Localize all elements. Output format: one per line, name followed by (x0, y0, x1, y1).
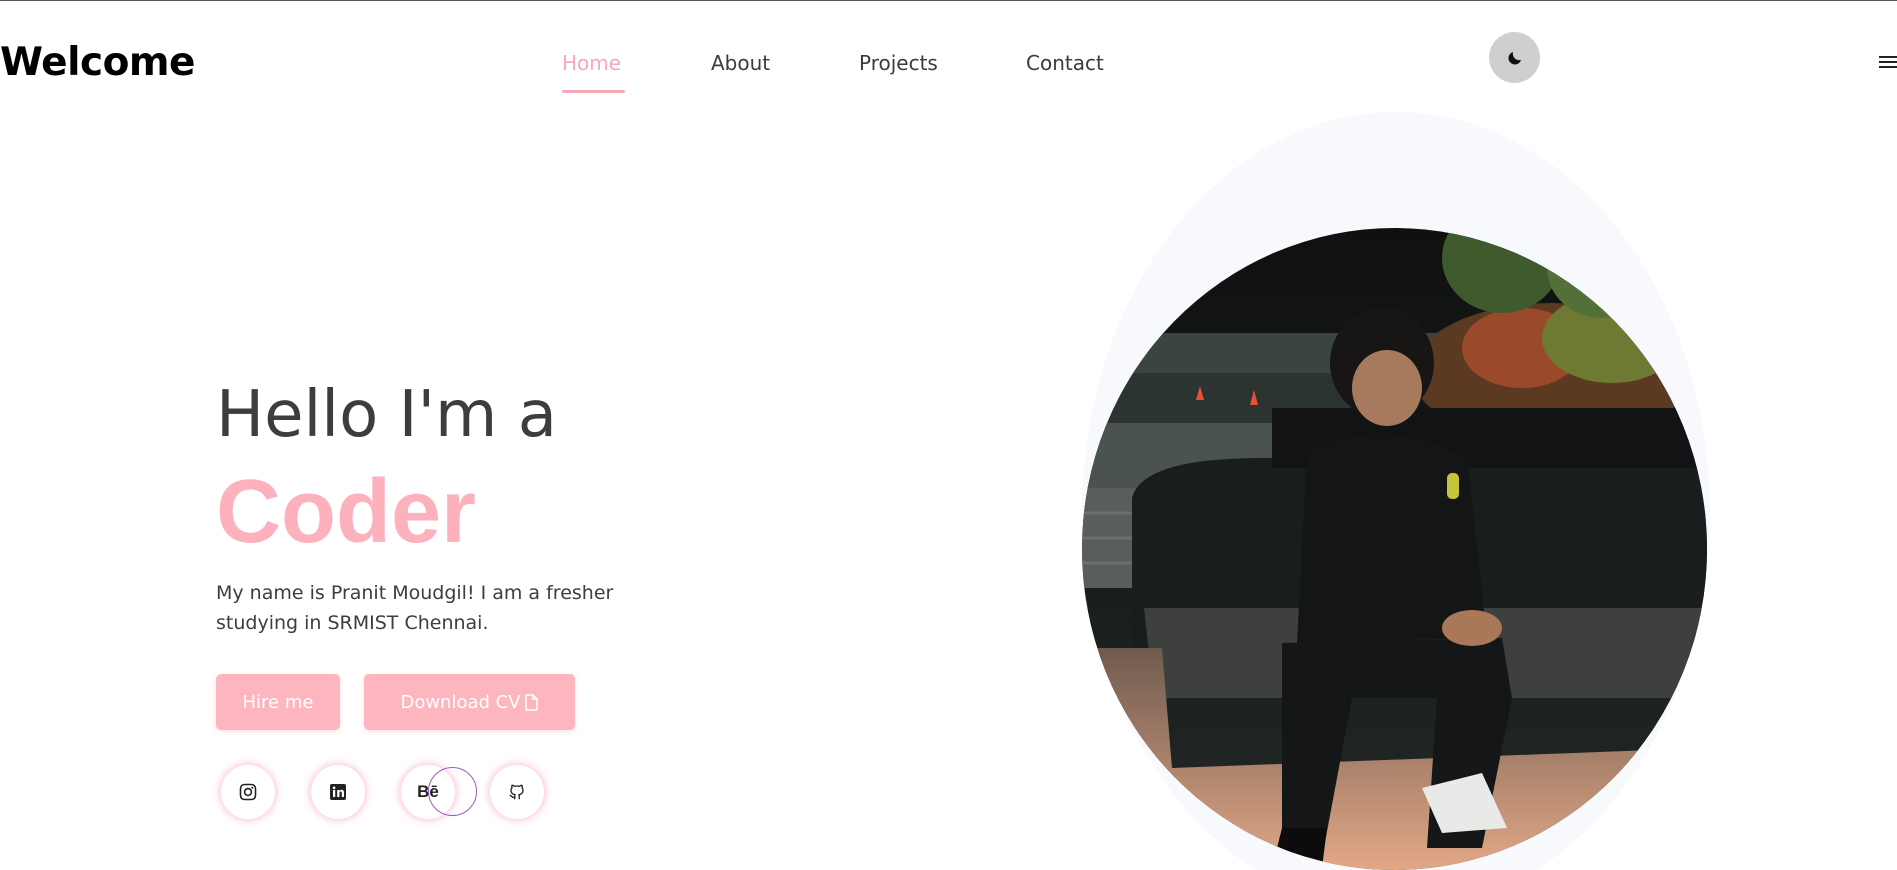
behance-link[interactable]: Bē (401, 765, 455, 819)
behance-icon: Bē (417, 782, 439, 801)
hire-me-label: Hire me (242, 691, 314, 713)
download-cv-button[interactable]: Download CV (364, 674, 575, 730)
document-icon (524, 693, 538, 711)
hero-greeting: Hello I'm a (216, 378, 557, 452)
linkedin-icon (330, 784, 346, 800)
instagram-icon (239, 783, 257, 801)
hamburger-icon[interactable] (1879, 56, 1897, 70)
theme-toggle-button[interactable] (1489, 32, 1540, 83)
profile-photo-illustration (1082, 228, 1707, 870)
github-link[interactable] (490, 765, 544, 819)
download-cv-label: Download CV (400, 691, 521, 713)
nav-about[interactable]: About (711, 50, 770, 76)
nav-projects[interactable]: Projects (859, 50, 938, 76)
main-nav: Home About Projects Contact (0, 50, 1897, 90)
top-border (0, 0, 1897, 1)
hero-intro: My name is Pranit Moudgil! I am a freshe… (216, 582, 614, 634)
instagram-link[interactable] (221, 765, 275, 819)
hire-me-button[interactable]: Hire me (216, 674, 340, 730)
nav-home[interactable]: Home (562, 50, 621, 76)
linkedin-link[interactable] (311, 765, 365, 819)
profile-photo (1082, 228, 1707, 870)
moon-icon (1507, 51, 1521, 65)
github-icon (509, 784, 524, 800)
nav-contact[interactable]: Contact (1026, 50, 1104, 76)
hero-role: Coder (216, 462, 477, 562)
nav-active-indicator (562, 90, 625, 93)
